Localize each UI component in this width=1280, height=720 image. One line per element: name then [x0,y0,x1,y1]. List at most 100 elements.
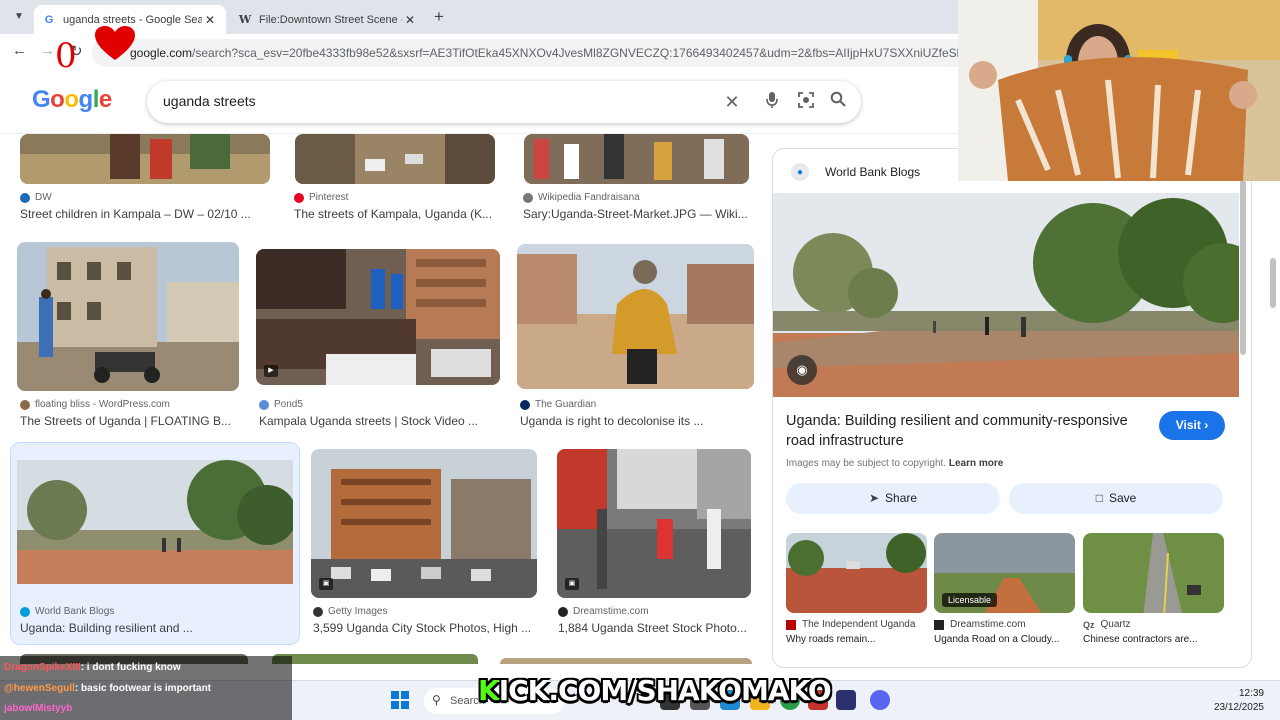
visit-button[interactable]: Visit › [1159,411,1225,440]
tab-search-chevron-icon[interactable]: ▼ [8,7,30,27]
lens-search-icon[interactable]: ◉ [787,355,817,385]
related-result[interactable]: The Independent Uganda Why roads remain.… [786,533,927,645]
source-label: World Bank Blogs [35,606,115,617]
forward-arrow-icon[interactable]: → [40,42,55,59]
result-thumbnail[interactable]: ▣ [311,449,537,598]
video-badge-icon: ▶ [264,365,278,377]
related-caption: Uganda Road on a Cloudy... [934,634,1060,645]
related-thumbnail[interactable] [786,533,927,613]
wikipedia-favicon-icon [523,192,533,203]
related-source: The Independent Uganda [786,619,927,630]
copyright-notice: Images may be subject to copyright. Lear… [786,458,1003,469]
result-caption[interactable]: Street children in Kampala – DW – 02/10 … [20,207,251,221]
close-tab-icon[interactable]: ✕ [202,13,218,27]
quartz-icon: Qz [1083,619,1095,630]
page-scrollbar[interactable] [1270,258,1276,308]
back-arrow-icon[interactable]: ← [12,42,27,59]
result-caption[interactable]: Sary:Uganda-Street-Market.JPG — Wiki... [523,207,748,221]
result-thumbnail[interactable] [517,244,754,389]
share-icon: ➤ [868,491,880,505]
taskbar-search-icon: ⚲ [432,693,441,707]
related-thumbnail[interactable] [1083,533,1224,613]
tab-wikipedia[interactable]: W File:Downtown Street Scene - K ✕ [230,5,426,34]
dreamstime-favicon-icon [558,606,568,617]
result-thumbnail[interactable] [17,242,239,391]
result-caption[interactable]: 3,599 Uganda City Stock Photos, High ... [313,621,531,635]
search-input[interactable]: uganda streets [163,93,256,109]
panel-source-label: World Bank Blogs [825,165,921,179]
microphone-icon[interactable] [761,91,783,113]
result-source: The Guardian [520,399,596,410]
source-label: Dreamstime.com [573,606,649,617]
result-source: Pinterest [294,192,348,203]
share-button[interactable]: ➤ Share [786,483,1000,514]
kick-prefix: K [478,674,500,707]
address-bar[interactable]: google.com/search?sca_esv=20fbe4333fb98e… [92,39,1092,67]
result-caption[interactable]: Uganda: Building resilient and ... [20,621,193,635]
search-box[interactable]: uganda streets ✕ [147,81,861,123]
windows-start-icon[interactable] [390,690,410,710]
world-bank-favicon-icon [20,606,30,617]
independent-favicon-icon [786,619,796,630]
result-source: DW [20,192,52,203]
chat-message: DragonSpikeXIII: i dont fucking know [4,662,181,673]
related-result[interactable]: Qz Quartz Chinese contractors are... [1083,533,1224,645]
result-thumbnail[interactable] [295,134,495,184]
result-thumbnail[interactable] [272,654,478,664]
taskbar-app-icon[interactable] [836,690,856,710]
chat-username: DragonSpikeXIII [4,662,81,673]
image-results-grid: DW Street children in Kampala – DW – 02/… [0,134,770,664]
new-tab-plus-icon[interactable]: + [434,7,444,27]
camera-lens-icon[interactable] [795,91,817,113]
result-thumbnail[interactable] [524,134,749,184]
related-caption: Why roads remain... [786,634,876,645]
google-logo[interactable]: Google [32,86,112,114]
clock-time: 12:39 [1238,688,1264,699]
related-thumbnail[interactable]: Licensable [934,533,1075,613]
result-thumbnail[interactable]: ▣ [557,449,751,598]
wikipedia-icon: W [238,13,252,26]
result-source: Wikipedia Fandraisana [523,192,640,203]
result-caption[interactable]: The Streets of Uganda | FLOATING B... [20,414,231,428]
save-button[interactable]: □ Save [1009,483,1223,514]
chat-username: @hewenSegull [4,683,75,694]
related-source: Qz Quartz [1083,619,1224,630]
source-label: floating bliss - WordPress.com [35,399,170,410]
webcam-overlay [958,0,1280,181]
kick-rest: ICK.COM/SHAKOMAKO [498,674,832,707]
related-result[interactable]: Licensable Dreamstime.com Uganda Road on… [934,533,1075,645]
search-icon[interactable] [827,91,849,113]
chat-text: : i dont fucking know [80,662,181,673]
result-source: Dreamstime.com [558,606,649,617]
related-source: Dreamstime.com [934,619,1075,630]
panel-preview-image[interactable] [773,193,1251,397]
close-tab-icon[interactable]: ✕ [402,13,418,27]
chat-text: : basic footwear is important [74,683,212,694]
result-source: Pond5 [259,399,303,410]
result-thumbnail[interactable] [20,134,270,184]
panel-title[interactable]: Uganda: Building resilient and community… [786,411,1156,451]
url-domain: google.com [130,46,193,60]
result-caption[interactable]: Kampala Uganda streets | Stock Video ... [259,414,478,428]
image-preview-panel: ● World Bank Blogs ◉ Uganda: Building re… [772,148,1252,668]
result-thumbnail[interactable]: ▶ [256,249,500,385]
google-icon: G [44,13,54,26]
result-caption[interactable]: 1,884 Uganda Street Stock Photo... [558,621,747,635]
learn-more-link[interactable]: Learn more [949,458,1003,469]
discord-icon[interactable] [870,690,890,710]
result-caption[interactable]: The streets of Kampala, Uganda (K... [294,207,492,221]
wordpress-favicon-icon [20,399,30,410]
pond5-favicon-icon [259,399,269,410]
source-label: Getty Images [328,606,388,617]
result-caption[interactable]: Uganda is right to decolonise its ... [520,414,703,428]
panel-source[interactable]: ● World Bank Blogs [791,163,920,181]
kick-channel-watermark: KICK.COM/SHAKOMAKO [478,674,832,707]
related-caption: Chinese contractors are... [1083,634,1198,645]
result-thumbnail[interactable] [17,460,293,584]
panel-scrollbar[interactable] [1240,180,1246,355]
result-source: World Bank Blogs [20,606,114,617]
tab-title: uganda streets - Google Search [63,13,202,26]
taskbar-clock[interactable]: 12:39 23/12/2025 [1198,687,1264,715]
clear-icon[interactable]: ✕ [721,91,743,113]
result-thumbnail[interactable] [500,658,752,664]
